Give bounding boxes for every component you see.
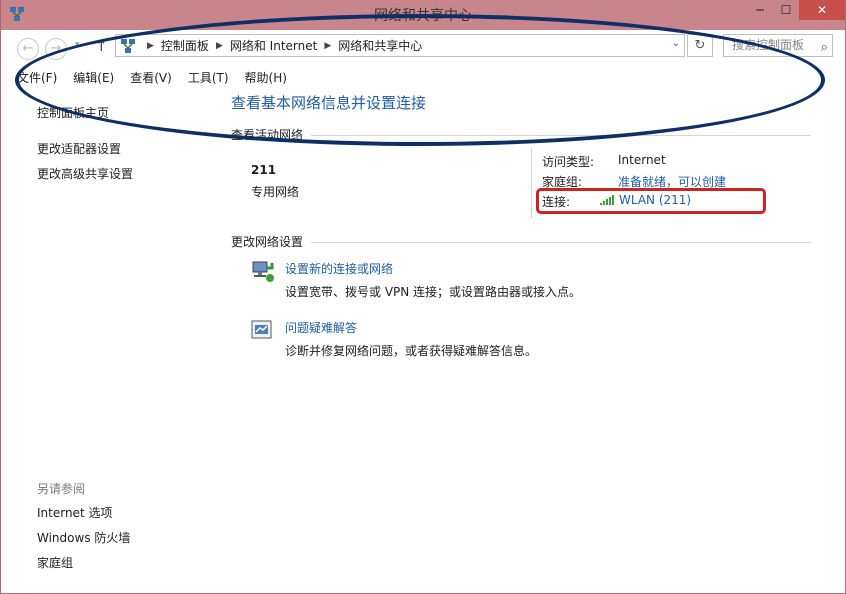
window-title: 网络和共享中心	[374, 8, 472, 24]
recent-locations-dropdown[interactable]: ▾	[75, 40, 80, 50]
back-button[interactable]: ←	[17, 38, 39, 60]
refresh-button[interactable]: ↻	[687, 34, 713, 57]
address-bar[interactable]: ▶ 控制面板 ▶ 网络和 Internet ▶ 网络和共享中心 ⌄	[115, 34, 685, 57]
control-panel-icon	[121, 38, 135, 53]
section-divider	[311, 242, 811, 243]
network-divider	[531, 148, 532, 218]
homegroup-link[interactable]: 准备就绪，可以创建	[618, 173, 726, 190]
search-placeholder: 搜索控制面板	[732, 38, 805, 52]
menu-file[interactable]: 文件(F)	[1, 68, 65, 88]
sidebar-link-internet-options[interactable]: Internet 选项	[37, 504, 112, 521]
sidebar-item-advanced-sharing[interactable]: 更改高级共享设置	[37, 165, 133, 182]
troubleshoot-link[interactable]: 问题疑难解答	[285, 319, 357, 336]
troubleshoot-icon	[251, 320, 272, 339]
wlan-connection-link[interactable]: WLAN (211)	[600, 193, 691, 207]
sidebar-link-windows-firewall[interactable]: Windows 防火墙	[37, 529, 130, 546]
search-icon[interactable]: ⌕	[821, 37, 828, 56]
section-divider	[311, 135, 811, 136]
network-type: 专用网络	[251, 185, 300, 199]
address-dropdown-icon[interactable]: ⌄	[672, 38, 680, 49]
sidebar-item-adapter-settings[interactable]: 更改适配器设置	[37, 140, 121, 157]
navigation-bar: ← → ▾ ↑ ▶ 控制面板 ▶ 网络和 Internet ▶ 网络和共享中心 …	[1, 30, 845, 64]
breadcrumb-network-sharing-center[interactable]: 网络和共享中心	[338, 37, 422, 54]
title-bar[interactable]: 网络和共享中心 ─ ☐ ✕	[1, 0, 845, 30]
menu-tools[interactable]: 工具(T)	[180, 68, 237, 88]
network-name: 211	[251, 163, 277, 177]
troubleshoot-description: 诊断并修复网络问题，或者获得疑难解答信息。	[285, 344, 538, 358]
setup-connection-description: 设置宽带、拨号或 VPN 连接；或设置路由器或接入点。	[285, 285, 582, 299]
new-connection-icon	[252, 261, 274, 282]
connection-label: 连接:	[542, 195, 571, 209]
menu-bar: 文件(F) 编辑(E) 查看(V) 工具(T) 帮助(H)	[1, 68, 295, 88]
up-button[interactable]: ↑	[95, 37, 108, 55]
window: 网络和共享中心 ─ ☐ ✕ ← → ▾ ↑ ▶ 控制面板 ▶ 网络和 Inter…	[0, 0, 846, 594]
breadcrumb-control-panel[interactable]: 控制面板	[161, 37, 209, 54]
menu-view[interactable]: 查看(V)	[122, 68, 180, 88]
chevron-right-icon[interactable]: ▶	[324, 41, 331, 51]
forward-button[interactable]: →	[45, 38, 67, 60]
menu-help[interactable]: 帮助(H)	[237, 68, 295, 88]
chevron-right-icon[interactable]: ▶	[216, 41, 223, 51]
active-networks-heading: 查看活动网络	[231, 128, 304, 142]
wlan-connection-label: WLAN (211)	[619, 193, 692, 207]
see-also-heading: 另请参阅	[37, 482, 86, 496]
sidebar-link-homegroup[interactable]: 家庭组	[37, 554, 73, 571]
setup-connection-link[interactable]: 设置新的连接或网络	[285, 260, 393, 277]
search-input[interactable]: 搜索控制面板 ⌕	[723, 34, 833, 57]
minimize-button[interactable]: ─	[747, 0, 773, 20]
page-title: 查看基本网络信息并设置连接	[231, 94, 427, 112]
maximize-button[interactable]: ☐	[773, 0, 799, 20]
access-type-label: 访问类型:	[542, 155, 595, 169]
chevron-right-icon: ▶	[147, 40, 154, 51]
menu-edit[interactable]: 编辑(E)	[65, 68, 122, 88]
sidebar-item-control-panel-home[interactable]: 控制面板主页	[37, 104, 109, 121]
change-settings-heading: 更改网络设置	[231, 235, 304, 249]
breadcrumb-network-internet[interactable]: 网络和 Internet	[230, 37, 317, 54]
close-button[interactable]: ✕	[799, 0, 845, 20]
window-controls: ─ ☐ ✕	[747, 0, 845, 20]
access-type-value: Internet	[618, 153, 666, 167]
homegroup-label: 家庭组:	[542, 175, 583, 189]
wifi-signal-icon	[600, 195, 614, 205]
